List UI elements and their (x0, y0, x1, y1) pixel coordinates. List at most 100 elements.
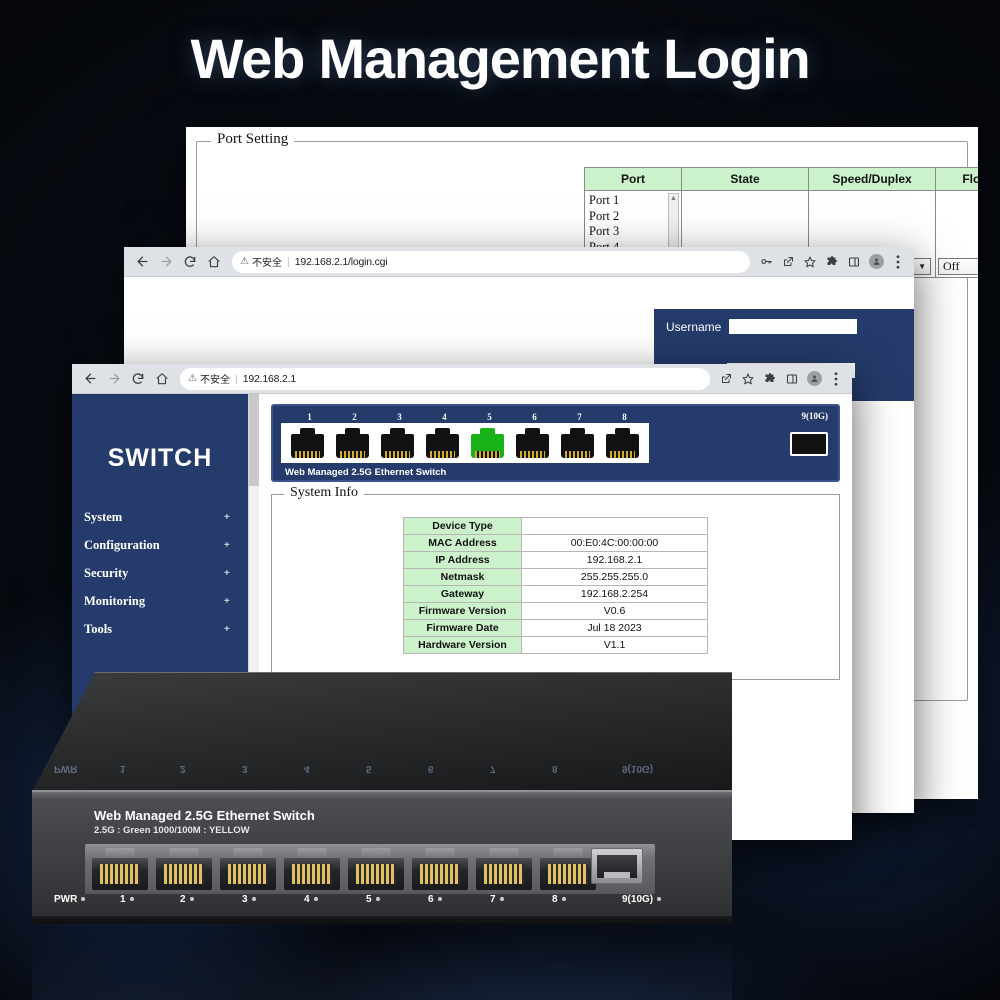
key-icon[interactable] (756, 252, 776, 272)
led-label-4: 4 (304, 894, 318, 905)
share-icon[interactable] (716, 369, 736, 389)
profile-icon[interactable] (866, 252, 886, 272)
system-info-key: MAC Address (403, 534, 522, 552)
star-icon[interactable] (738, 369, 758, 389)
reflection-label-5: 5 (366, 763, 372, 774)
rj45-port-8-icon[interactable] (602, 428, 643, 460)
menu-icon[interactable] (826, 369, 846, 389)
star-icon[interactable] (800, 252, 820, 272)
port-number: 5 (487, 412, 492, 422)
plus-icon: + (223, 595, 230, 607)
table-row: Netmask 255.255.255.0 (403, 568, 708, 586)
system-info-key: Netmask (403, 568, 522, 586)
sfp-port-icon[interactable] (790, 432, 828, 456)
not-secure-label: 不安全 (251, 258, 282, 269)
system-info-value: V1.1 (521, 636, 708, 654)
extensions-icon[interactable] (760, 369, 780, 389)
sidebar-item-security[interactable]: Security + (72, 559, 248, 587)
system-info-value: 255.255.255.0 (521, 568, 708, 586)
forward-arrow-icon[interactable] (102, 367, 126, 391)
system-info-value: 00:E0:4C:00:00:00 (521, 534, 708, 552)
not-secure-warning-icon: ⚠ (240, 256, 249, 267)
plus-icon: + (223, 567, 230, 579)
sidebar-item-label: System (84, 509, 123, 524)
sidebar-item-system[interactable]: System + (72, 503, 248, 531)
port-number: 7 (577, 412, 582, 422)
system-info-key: Gateway (403, 585, 522, 603)
port-number-row: 1 2 3 4 5 6 7 8 (281, 412, 830, 422)
port-setting-legend: Port Setting (211, 131, 295, 148)
reflection-led-row: PWR 1 2 3 4 5 6 7 8 9(10G) (32, 756, 732, 778)
scroll-up-icon[interactable]: ▲ (669, 194, 678, 203)
omnibox-divider: | (234, 372, 238, 385)
device-rj45-port-6 (411, 848, 469, 890)
rj45-port-5-icon-active[interactable] (467, 428, 508, 460)
rj45-port-3-icon[interactable] (377, 428, 418, 460)
port-number: 6 (532, 412, 537, 422)
device-reflection: PWR 1 2 3 4 5 6 7 8 9(10G) (32, 763, 732, 1000)
system-info-value: 192.168.2.254 (521, 585, 708, 603)
flow-control-select[interactable]: Off ▼ (938, 258, 978, 275)
avatar (868, 254, 884, 269)
port-number: 3 (397, 412, 402, 422)
sidebar-item-configuration[interactable]: Configuration + (72, 531, 248, 559)
system-info-key: Hardware Version (403, 636, 522, 654)
reload-icon[interactable] (126, 367, 150, 391)
reflection-label-2: 2 (180, 763, 186, 774)
profile-icon[interactable] (804, 369, 824, 389)
username-input[interactable] (729, 319, 858, 334)
system-info-key: Firmware Version (403, 602, 522, 620)
login-browser-toolbar: ⚠ 不安全 | 192.168.2.1/login.cgi (124, 247, 914, 277)
sidebar-item-monitoring[interactable]: Monitoring + (72, 587, 248, 615)
menu-icon[interactable] (888, 252, 908, 272)
rj45-port-1-icon[interactable] (287, 428, 328, 460)
col-header-speed-duplex: Speed/Duplex (808, 167, 936, 191)
system-info-value (521, 517, 708, 535)
table-row: IP Address 192.168.2.1 (403, 551, 708, 569)
reflection-label-1: 1 (120, 763, 126, 774)
system-info-legend: System Info (284, 485, 365, 501)
sidebar-item-tools[interactable]: Tools + (72, 615, 248, 643)
col-header-state: State (681, 167, 809, 191)
extensions-icon[interactable] (822, 252, 842, 272)
page-title: Web Management Login (190, 27, 811, 90)
switch-address-bar[interactable]: ⚠ 不安全 | 192.168.2.1 (180, 367, 710, 390)
led-label-pwr: PWR (54, 894, 86, 905)
sidebar-item-label: Configuration (84, 537, 160, 552)
share-icon[interactable] (778, 252, 798, 272)
screenshot-stage: Web Management Login Port Setting Port S… (0, 0, 1000, 1000)
login-toolbar-icons (756, 252, 908, 272)
rj45-port-6-icon[interactable] (512, 428, 553, 460)
forward-arrow-icon[interactable] (154, 250, 178, 274)
led-label-sfp: 9(10G) (622, 894, 662, 905)
home-icon[interactable] (202, 250, 226, 274)
rj45-port-7-icon[interactable] (557, 428, 598, 460)
sidepanel-icon[interactable] (782, 369, 802, 389)
back-arrow-icon[interactable] (130, 250, 154, 274)
back-arrow-icon[interactable] (78, 367, 102, 391)
table-row: Device Type (403, 517, 708, 535)
reflection-label-6: 6 (428, 763, 434, 774)
device-rj45-port-7 (475, 848, 533, 890)
device-rj45-port-4 (283, 848, 341, 890)
flow-control-select-value: Off (943, 259, 960, 273)
rj45-port-2-icon[interactable] (332, 428, 373, 460)
led-label-2: 2 (180, 894, 194, 905)
device-subtitle: 2.5G : Green 1000/100M : YELLOW (94, 825, 250, 836)
switch-hardware-photo: Web Managed 2.5G Ethernet Switch 2.5G : … (32, 672, 732, 934)
table-row: Gateway 192.168.2.254 (403, 585, 708, 603)
reload-icon[interactable] (178, 250, 202, 274)
device-rj45-port-1 (91, 848, 149, 890)
cell-flow-control[interactable]: Off ▼ (935, 190, 978, 278)
device-rj45-port-2 (155, 848, 213, 890)
sidepanel-icon[interactable] (844, 252, 864, 272)
device-port-strip (85, 844, 655, 894)
sidebar-item-label: Tools (84, 621, 113, 636)
home-icon[interactable] (150, 367, 174, 391)
rj45-port-4-icon[interactable] (422, 428, 463, 460)
avatar (806, 371, 822, 386)
not-secure-label: 不安全 (199, 375, 230, 386)
login-address-bar[interactable]: ⚠ 不安全 | 192.168.2.1/login.cgi (232, 250, 750, 273)
device-rj45-port-8 (539, 848, 597, 890)
system-info-fieldset: System Info Device Type MAC Address 00:E… (271, 485, 840, 680)
